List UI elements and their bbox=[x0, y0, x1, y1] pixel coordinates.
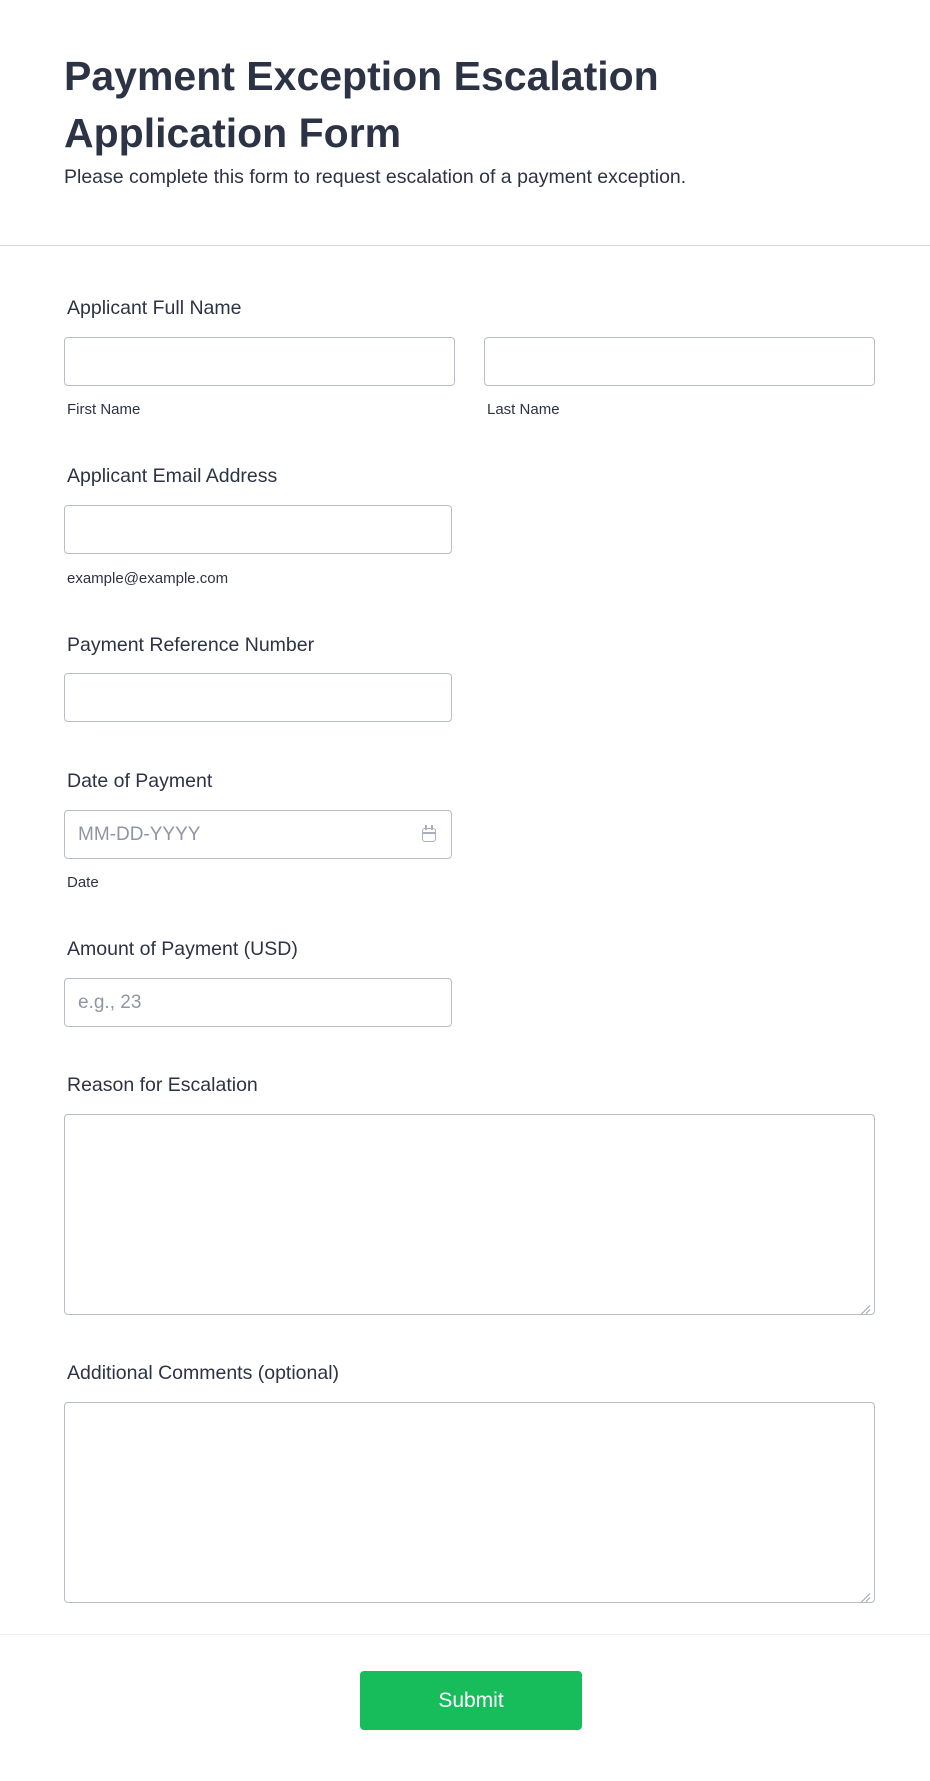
amount-input[interactable]: e.g., 23 bbox=[64, 978, 452, 1027]
reference-label: Payment Reference Number bbox=[67, 634, 315, 656]
submit-button[interactable]: Submit bbox=[360, 1671, 582, 1730]
comments-textarea[interactable] bbox=[64, 1402, 875, 1603]
reference-input[interactable] bbox=[64, 673, 452, 722]
full-name-label: Applicant Full Name bbox=[67, 297, 242, 319]
amount-placeholder: e.g., 23 bbox=[78, 992, 142, 1013]
amount-label: Amount of Payment (USD) bbox=[67, 938, 298, 960]
date-sublabel: Date bbox=[67, 874, 99, 891]
comments-label: Additional Comments (optional) bbox=[67, 1362, 340, 1384]
email-field[interactable] bbox=[64, 505, 452, 554]
last-name-sublabel: Last Name bbox=[487, 401, 560, 418]
first-name-sublabel: First Name bbox=[67, 401, 141, 418]
email-label: Applicant Email Address bbox=[67, 465, 278, 487]
page-subtitle: Please complete this form to request esc… bbox=[64, 166, 687, 188]
date-label: Date of Payment bbox=[67, 770, 213, 792]
footer-divider bbox=[0, 1634, 930, 1635]
reason-label: Reason for Escalation bbox=[67, 1074, 258, 1096]
date-input[interactable]: MM-DD-YYYY bbox=[64, 810, 452, 859]
email-sublabel: example@example.com bbox=[67, 570, 229, 587]
reason-textarea[interactable] bbox=[64, 1114, 875, 1315]
calendar-icon[interactable] bbox=[422, 825, 438, 843]
resize-handle[interactable] bbox=[860, 1300, 871, 1315]
last-name-input[interactable] bbox=[484, 337, 875, 386]
form-header: Payment Exception Escalation Application… bbox=[0, 0, 930, 246]
first-name-input[interactable] bbox=[64, 337, 455, 386]
resize-handle[interactable] bbox=[860, 1588, 871, 1603]
page-title: Payment Exception Escalation Application… bbox=[64, 53, 659, 156]
date-placeholder: MM-DD-YYYY bbox=[78, 824, 201, 845]
